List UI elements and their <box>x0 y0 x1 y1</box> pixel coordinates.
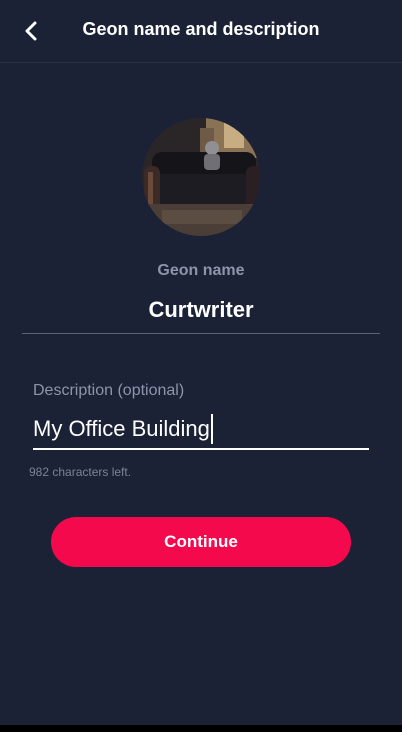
top-app-bar: Geon name and description <box>0 0 402 63</box>
continue-button[interactable]: Continue <box>51 517 351 567</box>
description-input[interactable]: My Office Building <box>33 414 369 450</box>
text-cursor <box>210 414 213 444</box>
geon-name-value[interactable]: Curtwriter <box>0 297 402 323</box>
description-value: My Office Building <box>33 416 210 441</box>
continue-button-label: Continue <box>164 532 238 551</box>
characters-left-counter: 982 characters left. <box>29 465 132 479</box>
avatar-photo <box>142 118 260 236</box>
name-divider <box>22 333 380 334</box>
description-label: Description (optional) <box>33 382 185 399</box>
geon-avatar-image[interactable] <box>142 118 260 236</box>
geon-name-label: Geon name <box>157 262 245 279</box>
page-title: Geon name and description <box>0 19 402 40</box>
page-title-text: Geon name and description <box>82 19 320 39</box>
bottom-system-bar <box>0 725 402 732</box>
